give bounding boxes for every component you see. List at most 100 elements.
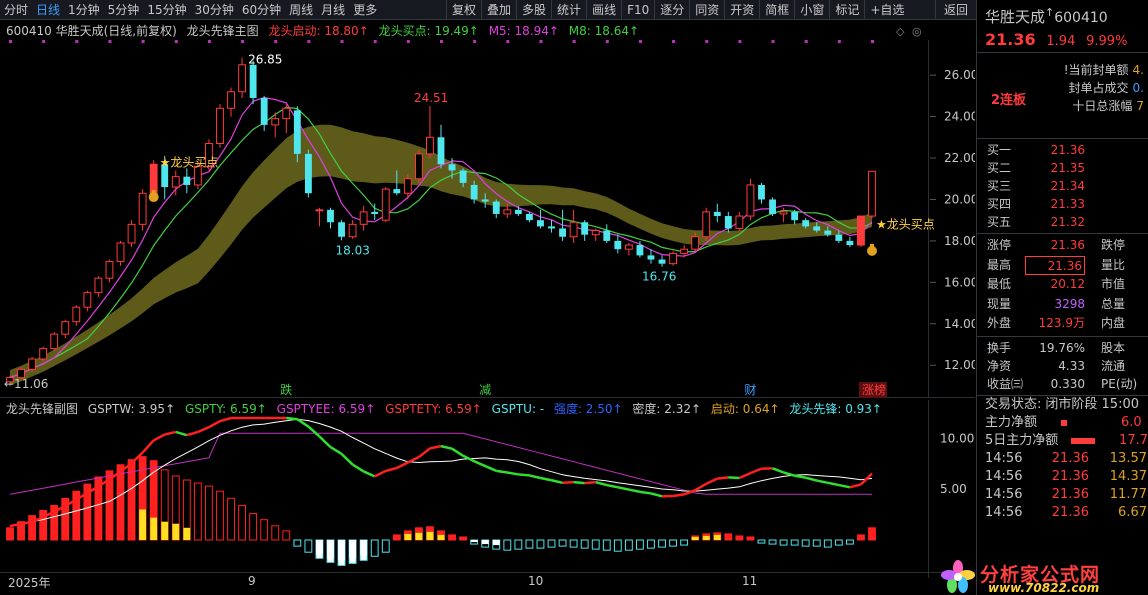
toolbar-button[interactable]: 逐分 [654,0,689,19]
peak2-label: 24.51 [414,91,448,105]
trade-state-row: 交易状态: 闭市阶段 15:00 [985,396,1139,412]
bid-row[interactable]: 买二 21.35 [977,159,1148,177]
buy-value: 龙头买点: 19.49↑ [378,24,479,38]
bid-row[interactable]: 买四 21.33 [977,195,1148,213]
period-tab[interactable]: 15分钟 [143,0,190,19]
price-axis-label: 14.00 [944,317,975,331]
trend-osc-segment [606,483,619,489]
candle [868,170,876,219]
bid-row[interactable]: 买五 21.32 [977,213,1148,231]
candle [769,197,776,217]
candle [138,189,147,231]
toolbar-button[interactable]: 画线 [586,0,621,19]
period-tab[interactable]: 5分钟 [104,0,144,19]
bid-row[interactable]: 买三 21.34 [977,177,1148,195]
sub-bar [282,530,291,541]
sub-bar [680,539,689,546]
sub-indicator-chart[interactable]: 10.00 5.00 [0,400,975,578]
midu-value: 密度: 2.32↑ [632,402,702,416]
signal-dot [804,40,808,43]
qidong-value: 启动: 0.64↑ [710,402,780,416]
candle [658,255,666,267]
sub-bar [315,539,324,559]
limit-up-line: 十日总涨幅 7 [1072,99,1144,113]
signal-dot [672,40,676,43]
candle [614,234,622,254]
main-legend: 600410 华胜天成(日线,前复权) 龙头先锋主图 龙头启动: 18.80↑ … [6,23,645,39]
money-flow: 交易状态: 闭市阶段 15:00 主力净额 6.0 5日主力净额 17.7 14:56… [977,394,1148,555]
toolbar-button[interactable]: +自选 [864,0,909,19]
sub-bar [227,497,235,541]
trend-osc-segment [374,469,387,478]
xaxis-sep: 9 [248,574,256,588]
stock-code: 600410 [1054,10,1108,26]
toolbar-button[interactable]: 复权 [446,0,481,19]
toolbar-button[interactable]: F10 [621,0,654,19]
period-tab[interactable]: 更多 [349,0,381,19]
bid-row[interactable]: 买一 21.36 [977,141,1148,159]
sub-bar [635,539,644,550]
candle [50,332,59,351]
sub-bar [868,527,876,541]
main-kline-chart[interactable]: 26.00 24.00 22.00 20.00 18.00 16.00 14.00 12.00… [0,20,975,398]
period-tab[interactable]: 月线 [317,0,349,19]
sub-bar [503,539,512,551]
toolbar-button[interactable]: 同资 [689,0,724,19]
sub-indicator-name[interactable]: 龙头先锋副图 [6,402,78,416]
tick-list: 14:56 21.36 13.57 14:56 21.36 14.37 14:56 21.36… [977,450,1148,522]
candle [94,276,103,297]
xaxis-nov: 11 [742,574,758,588]
candle [437,124,445,169]
candle [359,205,368,231]
sub-bar [580,539,589,549]
signal-dot [373,40,377,43]
period-tab[interactable]: 30分钟 [191,0,238,19]
watermark-url: www.70822.com [988,581,1100,595]
chart-area[interactable]: 26.00 24.00 22.00 20.00 18.00 16.00 14.00 12.00… [0,20,975,595]
candle [758,182,765,204]
candle [227,87,235,117]
candle [116,240,125,266]
trend-osc-segment [496,469,508,474]
toolbar-button[interactable]: 简框 [759,0,794,19]
sub-bar [249,513,258,541]
trend-osc-segment [186,430,199,437]
main-flow-row: 主力净额 6.0 [985,414,1142,430]
price-axis-label: 16.00 [944,275,975,289]
sub-bar [28,515,37,541]
trend-osc-segment [507,471,519,476]
signal-dot [42,40,46,43]
sub-bar [525,539,534,549]
toolbar-button[interactable]: 统计 [551,0,586,19]
period-tab[interactable]: 周线 [285,0,317,19]
gsptety-value: GSPTETY: 6.59↑ [385,402,482,416]
trend-osc-segment [529,474,541,480]
candle [591,228,600,241]
event-marker: 涨榜 [862,382,886,397]
period-tab[interactable]: 60分钟 [238,0,285,19]
toolbar-button[interactable]: 叠加 [481,0,516,19]
sub-axis-label: 5.00 [940,482,967,496]
period-tab[interactable]: 分时 [0,0,32,19]
trend-osc-segment [705,477,718,485]
watermark: 分析家公式网 www.70822.com [940,560,1148,595]
toolbar-button[interactable]: 开资 [724,0,759,19]
candle [216,104,224,148]
limit-up-info: 2连板 !当前封单额 4. 封单占成交 0. 十日总涨幅 7 [977,52,1148,138]
sub-bar [746,536,755,541]
trend-osc-segment [794,474,806,479]
trend-osc-segment [672,493,685,498]
toolbar-button[interactable]: 标记 [829,0,864,19]
indicator-name[interactable]: 龙头先锋主图 [187,24,259,38]
sub-bar [492,539,501,550]
signal-dot [605,40,609,43]
period-tab[interactable]: 1分钟 [64,0,104,19]
period-tab[interactable]: 日线 [32,0,64,19]
trend-osc-segment [595,480,608,487]
signal-dot [506,40,510,43]
toolbar-button[interactable]: 多股 [516,0,551,19]
sub-bar [569,539,578,548]
back-button[interactable]: 返回 [934,0,976,19]
toolbar-button[interactable]: 小窗 [794,0,829,19]
trend-osc-segment [827,481,840,487]
